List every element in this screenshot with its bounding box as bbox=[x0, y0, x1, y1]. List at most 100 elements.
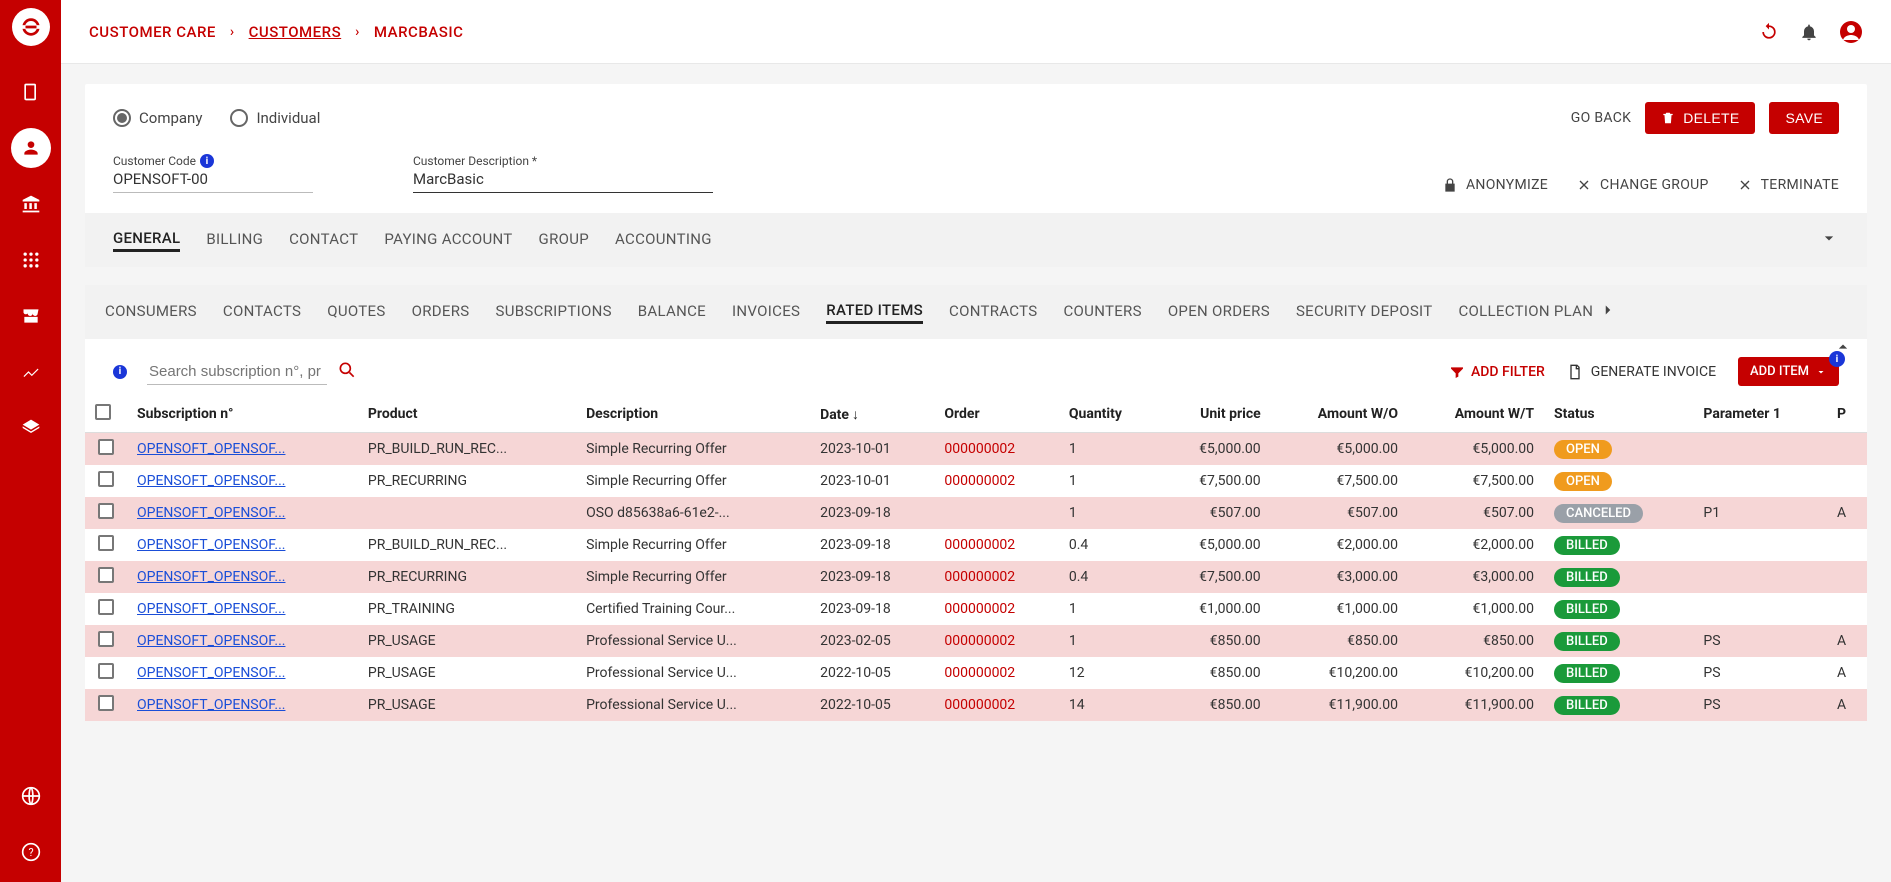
subtab-quotes[interactable]: QUOTES bbox=[327, 302, 385, 322]
row-checkbox[interactable] bbox=[98, 439, 114, 455]
row-checkbox[interactable] bbox=[98, 695, 114, 711]
row-checkbox[interactable] bbox=[98, 535, 114, 551]
col-quantity[interactable]: Quantity bbox=[1059, 396, 1159, 433]
subscription-link[interactable]: OPENSOFT_OPENSOF... bbox=[127, 529, 358, 561]
tabs-scroll-right[interactable] bbox=[1599, 301, 1617, 323]
col-amount-w-o[interactable]: Amount W/O bbox=[1271, 396, 1408, 433]
sidebar-item-customers[interactable] bbox=[11, 128, 51, 168]
go-back-link[interactable]: GO BACK bbox=[1571, 110, 1631, 126]
sidebar-item-language[interactable] bbox=[11, 776, 51, 816]
subtab-collection-plan[interactable]: COLLECTION PLAN bbox=[1458, 302, 1593, 322]
table-row[interactable]: OPENSOFT_OPENSOF...OSO d85638a6-61e2-...… bbox=[85, 497, 1867, 529]
table-row[interactable]: OPENSOFT_OPENSOF...PR_TRAININGCertified … bbox=[85, 593, 1867, 625]
customer-code-value[interactable]: OPENSOFT-00 bbox=[113, 170, 313, 193]
anonymize-action[interactable]: ANONYMIZE bbox=[1442, 177, 1548, 193]
tab-general[interactable]: GENERAL bbox=[113, 229, 180, 252]
notifications-button[interactable] bbox=[1799, 22, 1819, 42]
table-row[interactable]: OPENSOFT_OPENSOF...PR_RECURRINGSimple Re… bbox=[85, 465, 1867, 497]
col-parameter-1[interactable]: Parameter 1 bbox=[1693, 396, 1827, 433]
table-row[interactable]: OPENSOFT_OPENSOF...PR_USAGEProfessional … bbox=[85, 657, 1867, 689]
order-link[interactable]: 000000002 bbox=[934, 625, 1058, 657]
col-subscription-n-[interactable]: Subscription n° bbox=[127, 396, 358, 433]
select-all-checkbox[interactable] bbox=[95, 404, 111, 420]
table-row[interactable]: OPENSOFT_OPENSOF...PR_USAGEProfessional … bbox=[85, 689, 1867, 721]
expand-toggle[interactable] bbox=[1819, 228, 1839, 252]
radio-company[interactable]: Company bbox=[113, 109, 202, 127]
change-group-action[interactable]: CHANGE GROUP bbox=[1576, 177, 1709, 193]
table-row[interactable]: OPENSOFT_OPENSOF...PR_RECURRINGSimple Re… bbox=[85, 561, 1867, 593]
radio-individual[interactable]: Individual bbox=[230, 109, 320, 127]
col-description[interactable]: Description bbox=[576, 396, 810, 433]
row-checkbox[interactable] bbox=[98, 567, 114, 583]
breadcrumb-leaf[interactable]: MARCBASIC bbox=[374, 23, 463, 41]
subscription-link[interactable]: OPENSOFT_OPENSOF... bbox=[127, 593, 358, 625]
sidebar-item-grid[interactable] bbox=[11, 240, 51, 280]
order-link[interactable] bbox=[934, 497, 1058, 529]
subscription-link[interactable]: OPENSOFT_OPENSOF... bbox=[127, 497, 358, 529]
generate-invoice-button[interactable]: GENERATE INVOICE bbox=[1567, 364, 1716, 380]
refresh-button[interactable] bbox=[1759, 22, 1779, 42]
row-checkbox[interactable] bbox=[98, 471, 114, 487]
subtab-open-orders[interactable]: OPEN ORDERS bbox=[1168, 302, 1270, 322]
sidebar-item-help[interactable]: ? bbox=[11, 832, 51, 872]
order-link[interactable]: 000000002 bbox=[934, 657, 1058, 689]
subtab-counters[interactable]: COUNTERS bbox=[1063, 302, 1141, 322]
row-checkbox[interactable] bbox=[98, 599, 114, 615]
order-link[interactable]: 000000002 bbox=[934, 561, 1058, 593]
col-status[interactable]: Status bbox=[1544, 396, 1693, 433]
subtab-subscriptions[interactable]: SUBSCRIPTIONS bbox=[495, 302, 611, 322]
col-p[interactable]: P bbox=[1827, 396, 1867, 433]
order-link[interactable]: 000000002 bbox=[934, 465, 1058, 497]
subscription-link[interactable]: OPENSOFT_OPENSOF... bbox=[127, 657, 358, 689]
subscription-link[interactable]: OPENSOFT_OPENSOF... bbox=[127, 561, 358, 593]
col-order[interactable]: Order bbox=[934, 396, 1058, 433]
tab-group[interactable]: GROUP bbox=[539, 230, 589, 250]
order-link[interactable]: 000000002 bbox=[934, 433, 1058, 466]
col-unit-price[interactable]: Unit price bbox=[1159, 396, 1271, 433]
sidebar-item-layers[interactable] bbox=[11, 408, 51, 448]
breadcrumb-root[interactable]: CUSTOMER CARE bbox=[89, 23, 216, 41]
save-button[interactable]: SAVE bbox=[1769, 102, 1839, 134]
customer-desc-value[interactable]: MarcBasic bbox=[413, 170, 713, 193]
delete-button[interactable]: DELETE bbox=[1645, 102, 1755, 134]
col-product[interactable]: Product bbox=[358, 396, 576, 433]
subtab-invoices[interactable]: INVOICES bbox=[732, 302, 800, 322]
subtab-consumers[interactable]: CONSUMERS bbox=[105, 302, 197, 322]
table-row[interactable]: OPENSOFT_OPENSOF...PR_BUILD_RUN_REC...Si… bbox=[85, 433, 1867, 466]
sidebar-item-finance[interactable] bbox=[11, 184, 51, 224]
sidebar-item-store[interactable] bbox=[11, 296, 51, 336]
row-checkbox[interactable] bbox=[98, 663, 114, 679]
col-date[interactable]: Date↓ bbox=[810, 396, 934, 433]
terminate-action[interactable]: TERMINATE bbox=[1737, 177, 1839, 193]
subtab-balance[interactable]: BALANCE bbox=[638, 302, 706, 322]
subscription-link[interactable]: OPENSOFT_OPENSOF... bbox=[127, 625, 358, 657]
tab-paying-account[interactable]: PAYING ACCOUNT bbox=[384, 230, 512, 250]
order-link[interactable]: 000000002 bbox=[934, 529, 1058, 561]
account-button[interactable] bbox=[1839, 20, 1863, 44]
tab-billing[interactable]: BILLING bbox=[206, 230, 263, 250]
tab-contact[interactable]: CONTACT bbox=[289, 230, 358, 250]
info-icon[interactable]: i bbox=[113, 365, 127, 379]
breadcrumb-customers[interactable]: CUSTOMERS bbox=[249, 23, 342, 41]
subtab-orders[interactable]: ORDERS bbox=[412, 302, 470, 322]
col-amount-w-t[interactable]: Amount W/T bbox=[1408, 396, 1544, 433]
sidebar-item-trend[interactable] bbox=[11, 352, 51, 392]
add-item-button[interactable]: ADD ITEM i bbox=[1738, 357, 1839, 386]
subtab-security-deposit[interactable]: SECURITY DEPOSIT bbox=[1296, 302, 1433, 322]
row-checkbox[interactable] bbox=[98, 503, 114, 519]
order-link[interactable]: 000000002 bbox=[934, 689, 1058, 721]
order-link[interactable]: 000000002 bbox=[934, 593, 1058, 625]
search-input[interactable] bbox=[147, 359, 327, 385]
subscription-link[interactable]: OPENSOFT_OPENSOF... bbox=[127, 689, 358, 721]
table-row[interactable]: OPENSOFT_OPENSOF...PR_USAGEProfessional … bbox=[85, 625, 1867, 657]
sidebar-item-book[interactable] bbox=[11, 72, 51, 112]
tab-accounting[interactable]: ACCOUNTING bbox=[615, 230, 712, 250]
subtab-contacts[interactable]: CONTACTS bbox=[223, 302, 301, 322]
subscription-link[interactable]: OPENSOFT_OPENSOF... bbox=[127, 433, 358, 466]
subscription-link[interactable]: OPENSOFT_OPENSOF... bbox=[127, 465, 358, 497]
subtab-contracts[interactable]: CONTRACTS bbox=[949, 302, 1037, 322]
row-checkbox[interactable] bbox=[98, 631, 114, 647]
table-row[interactable]: OPENSOFT_OPENSOF...PR_BUILD_RUN_REC...Si… bbox=[85, 529, 1867, 561]
search-button[interactable] bbox=[337, 360, 357, 384]
add-filter-button[interactable]: ADD FILTER bbox=[1449, 364, 1545, 380]
